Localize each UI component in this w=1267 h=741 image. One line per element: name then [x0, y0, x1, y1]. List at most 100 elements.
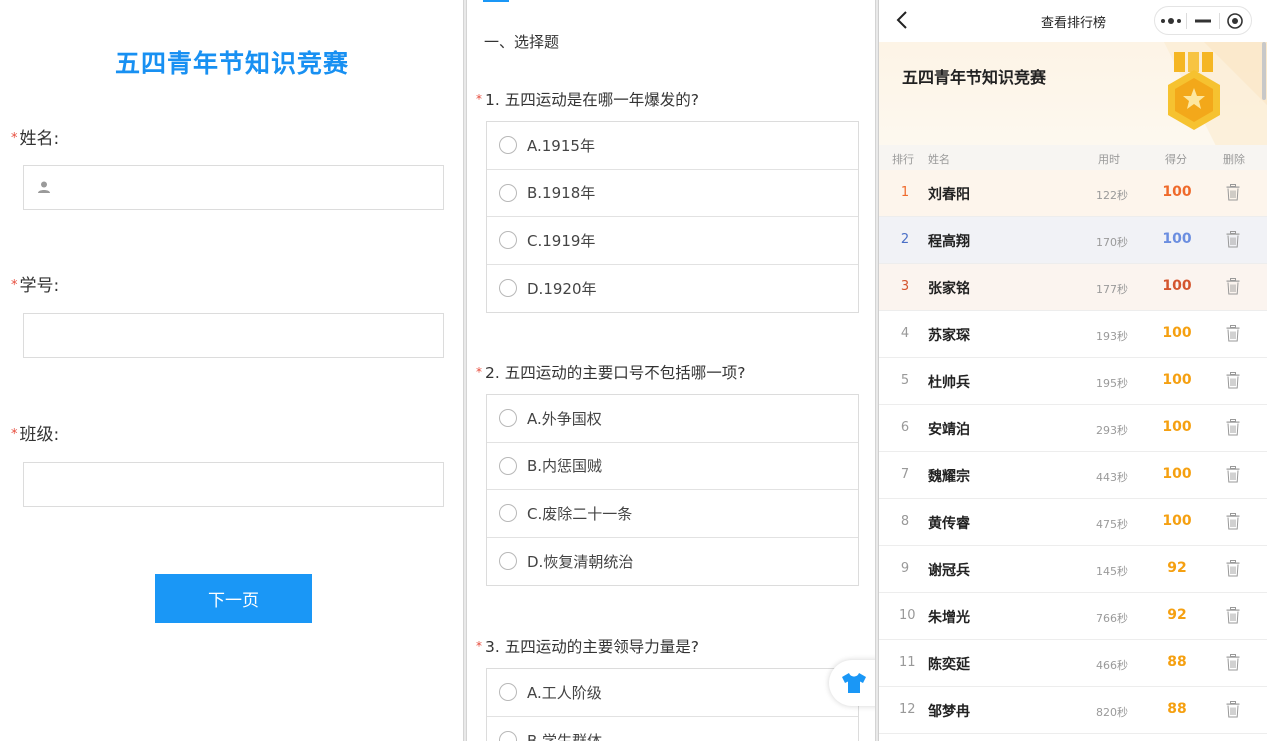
table-row: 8 黄传睿 475秒 100 — [879, 499, 1267, 546]
option-label: D.1920年 — [527, 279, 597, 298]
option-label: B.内惩国贼 — [527, 457, 603, 476]
question-title: * 1. 五四运动是在哪一年爆发的? — [476, 88, 699, 110]
option[interactable]: A.外争国权 — [487, 395, 858, 443]
option[interactable]: B.内惩国贼 — [487, 443, 858, 490]
required-mark: * — [11, 278, 18, 293]
name-cell: 朱增光 — [928, 610, 970, 626]
time-cell: 122秒 — [1096, 189, 1128, 202]
scrollbar[interactable] — [1262, 42, 1266, 100]
rank-cell: 4 — [900, 326, 910, 341]
radio-button[interactable] — [499, 456, 517, 475]
table-row: 3 张家铭 177秒 100 — [879, 264, 1267, 311]
score-cell: 88 — [1167, 701, 1187, 717]
user-icon — [38, 181, 50, 193]
option-label: D.恢复清朝统治 — [527, 552, 634, 571]
rank-cell: 2 — [900, 232, 910, 247]
option[interactable]: B.1918年 — [487, 170, 858, 217]
trash-icon[interactable] — [1226, 231, 1240, 248]
rank-cell: 12 — [899, 702, 916, 717]
option[interactable]: A.1915年 — [487, 122, 858, 170]
time-cell: 820秒 — [1096, 706, 1128, 719]
theme-float-button[interactable] — [829, 660, 875, 706]
name-cell: 黄传睿 — [928, 516, 970, 532]
next-page-button[interactable]: 下一页 — [155, 574, 312, 623]
option[interactable]: A.工人阶级 — [487, 669, 858, 717]
time-cell: 443秒 — [1096, 471, 1128, 484]
option-label: B.1918年 — [527, 184, 596, 203]
name-cell: 程高翔 — [928, 234, 970, 250]
radio-button[interactable] — [499, 279, 517, 298]
time-cell: 475秒 — [1096, 518, 1128, 531]
class-field[interactable] — [23, 462, 444, 507]
option-label: C.废除二十一条 — [527, 504, 633, 523]
radio-button[interactable] — [499, 136, 517, 155]
option[interactable]: D.恢复清朝统治 — [487, 538, 858, 586]
required-mark: * — [11, 131, 18, 146]
question-options: A.外争国权 B.内惩国贼 C.废除二十一条 D.恢复清朝统治 — [486, 394, 859, 586]
radio-button[interactable] — [499, 683, 517, 702]
trash-icon[interactable] — [1226, 419, 1240, 436]
trash-icon[interactable] — [1226, 278, 1240, 295]
table-row: 10 朱增光 766秒 92 — [879, 593, 1267, 640]
table-row: 9 谢冠兵 145秒 92 — [879, 546, 1267, 593]
leaderboard-table: 1 刘春阳 122秒 100 2 程高翔 170秒 100 3 张家铭 177秒 100 4 苏家琛 193… — [879, 170, 1267, 734]
trash-icon[interactable] — [1226, 607, 1240, 624]
table-row: 2 程高翔 170秒 100 — [879, 217, 1267, 264]
table-header: 排行 姓名 用时 得分 删除 — [879, 145, 1267, 170]
option[interactable]: B.学生群体 — [487, 717, 858, 741]
trash-icon[interactable] — [1226, 701, 1240, 718]
time-cell: 766秒 — [1096, 612, 1128, 625]
radio-button[interactable] — [499, 731, 517, 741]
header-delete: 删除 — [1223, 153, 1245, 166]
table-row: 12 邹梦冉 820秒 88 — [879, 687, 1267, 734]
rank-cell: 6 — [900, 420, 910, 435]
section-title: 一、选择题 — [484, 33, 560, 51]
radio-button[interactable] — [499, 504, 517, 523]
option[interactable]: C.1919年 — [487, 217, 858, 265]
name-field[interactable] — [23, 165, 444, 210]
score-cell: 100 — [1162, 325, 1192, 341]
radio-button[interactable] — [499, 409, 517, 428]
time-cell: 170秒 — [1096, 236, 1128, 249]
student-id-field[interactable] — [23, 313, 444, 358]
trash-icon[interactable] — [1226, 560, 1240, 577]
time-cell: 177秒 — [1096, 283, 1128, 296]
trash-icon[interactable] — [1226, 654, 1240, 671]
header-name: 姓名 — [928, 153, 950, 166]
name-cell: 陈奕延 — [928, 657, 970, 673]
option[interactable]: D.1920年 — [487, 265, 858, 313]
table-row: 1 刘春阳 122秒 100 — [879, 170, 1267, 217]
trash-icon[interactable] — [1226, 513, 1240, 530]
option-label: B.学生群体 — [527, 731, 603, 741]
radio-button[interactable] — [499, 231, 517, 250]
score-cell: 92 — [1167, 607, 1187, 623]
rank-cell: 5 — [900, 373, 910, 388]
more-button[interactable] — [1155, 7, 1186, 34]
option-label: C.1919年 — [527, 231, 596, 250]
score-cell: 100 — [1162, 513, 1192, 529]
radio-button[interactable] — [499, 183, 517, 202]
trash-icon[interactable] — [1226, 184, 1240, 201]
option[interactable]: C.废除二十一条 — [487, 490, 858, 538]
table-row: 7 魏耀宗 443秒 100 — [879, 452, 1267, 499]
leaderboard-banner: 五四青年节知识竞赛 — [879, 42, 1267, 145]
form-title: 五四青年节知识竞赛 — [114, 49, 349, 78]
close-miniprogram-button[interactable] — [1220, 7, 1251, 34]
option-label: A.外争国权 — [527, 409, 602, 428]
rank-cell: 3 — [900, 279, 910, 294]
radio-button[interactable] — [499, 552, 517, 571]
trash-icon[interactable] — [1226, 325, 1240, 342]
rank-cell: 8 — [900, 514, 910, 529]
medal-icon — [1168, 52, 1220, 130]
trash-icon[interactable] — [1226, 372, 1240, 389]
score-cell: 100 — [1162, 419, 1192, 435]
header-score: 得分 — [1165, 153, 1187, 166]
rank-cell: 9 — [900, 561, 910, 576]
time-cell: 466秒 — [1096, 659, 1128, 672]
required-mark: * — [476, 639, 482, 653]
trash-icon[interactable] — [1226, 466, 1240, 483]
minimize-button[interactable] — [1187, 7, 1218, 34]
quiz-panel: 一、选择题 * 1. 五四运动是在哪一年爆发的? A.1915年 B.1918年 … — [466, 0, 876, 741]
name-cell: 杜帅兵 — [928, 375, 970, 391]
required-mark: * — [476, 92, 482, 106]
